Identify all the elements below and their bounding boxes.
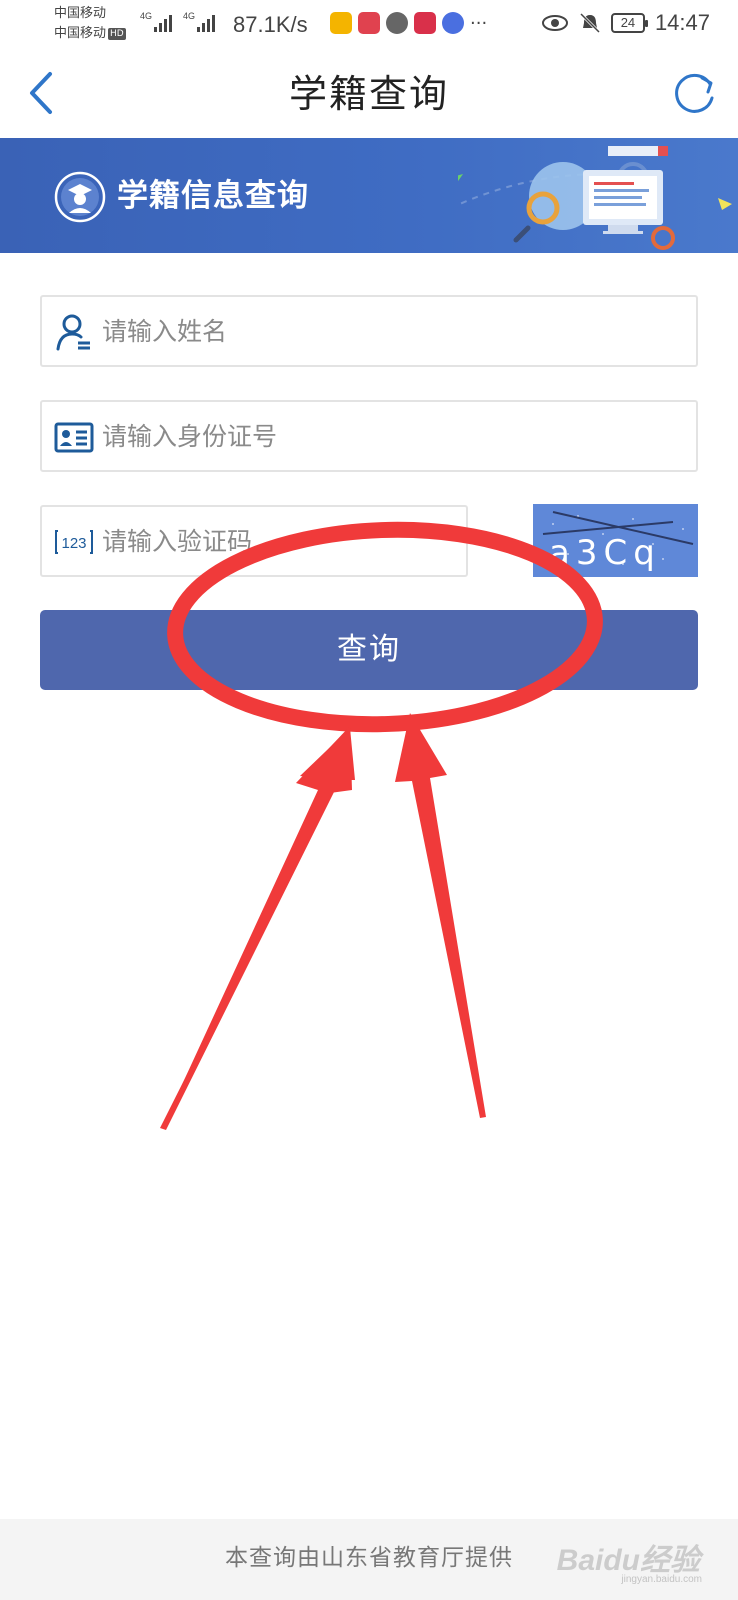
- network-speed: 87.1K/s: [233, 12, 308, 37]
- page-title: 学籍查询: [288, 72, 449, 116]
- baidu-watermark: Baidu经验: [556, 1544, 700, 1577]
- more-notifications-icon: ···: [470, 12, 488, 34]
- eye-icon: [541, 15, 568, 31]
- carrier-label-2: 中国移动 HD: [54, 24, 126, 44]
- book-icon: [414, 12, 436, 34]
- annotation-arrow-left: [160, 728, 355, 1130]
- captcha-text: a3Cq: [549, 533, 661, 573]
- banner: 学籍信息查询: [0, 138, 738, 253]
- refresh-icon[interactable]: [672, 70, 718, 116]
- baidu-watermark-url: jingyan.baidu.com: [621, 1574, 702, 1585]
- status-bar: 中国移动 中国移动 HD 4G 4G 87.1K/s ··· 24 14:47: [0, 0, 738, 50]
- net-type-label-2: 4G: [183, 11, 195, 21]
- carrier-label-2-text: 中国移动: [54, 26, 107, 41]
- person-icon: [56, 314, 90, 351]
- signal-icon-2: 4G: [183, 11, 215, 32]
- captcha-image[interactable]: a3Cq: [533, 504, 698, 577]
- name-field[interactable]: [40, 295, 698, 367]
- notification-icons: ···: [330, 12, 487, 34]
- music-icon: [442, 12, 464, 34]
- nav-bar: 学籍查询: [0, 50, 738, 138]
- weibo-icon: [330, 12, 352, 34]
- graduate-logo-icon: [54, 171, 106, 223]
- hd-badge: HD: [108, 27, 126, 40]
- footer: 本查询由山东省教育厅提供 Baidu经验 jingyan.baidu.com: [0, 1519, 738, 1600]
- carrier-label-1: 中国移动: [54, 6, 107, 21]
- chat-icon: [386, 12, 408, 34]
- banner-title: 学籍信息查询: [117, 178, 309, 214]
- mute-bell-icon: [579, 12, 600, 34]
- number-123-label: 123: [61, 535, 86, 552]
- net-type-label-1: 4G: [140, 11, 152, 21]
- captcha-field[interactable]: 123: [40, 505, 468, 577]
- annotation-arrow-right: [395, 713, 486, 1118]
- annotation-arrow-left-head: [162, 726, 352, 1128]
- screen: 中国移动 中国移动 HD 4G 4G 87.1K/s ··· 24 14:47 …: [0, 0, 738, 1600]
- carrier-info: 中国移动 中国移动 HD: [54, 4, 126, 44]
- id-number-field[interactable]: [40, 400, 698, 472]
- battery-icon: 24: [610, 13, 648, 33]
- number-123-icon: 123: [55, 530, 93, 554]
- query-button[interactable]: 查询: [40, 610, 698, 690]
- signal-icon: 4G: [140, 11, 172, 32]
- computer-illustration: [458, 146, 732, 250]
- name-input[interactable]: [102, 297, 686, 365]
- id-card-icon: [54, 422, 94, 453]
- status-right: 24 14:47: [541, 10, 710, 36]
- app-icon-red: [358, 12, 380, 34]
- clock: 14:47: [654, 10, 710, 35]
- id-number-input[interactable]: [102, 402, 686, 470]
- captcha-input[interactable]: [102, 507, 456, 575]
